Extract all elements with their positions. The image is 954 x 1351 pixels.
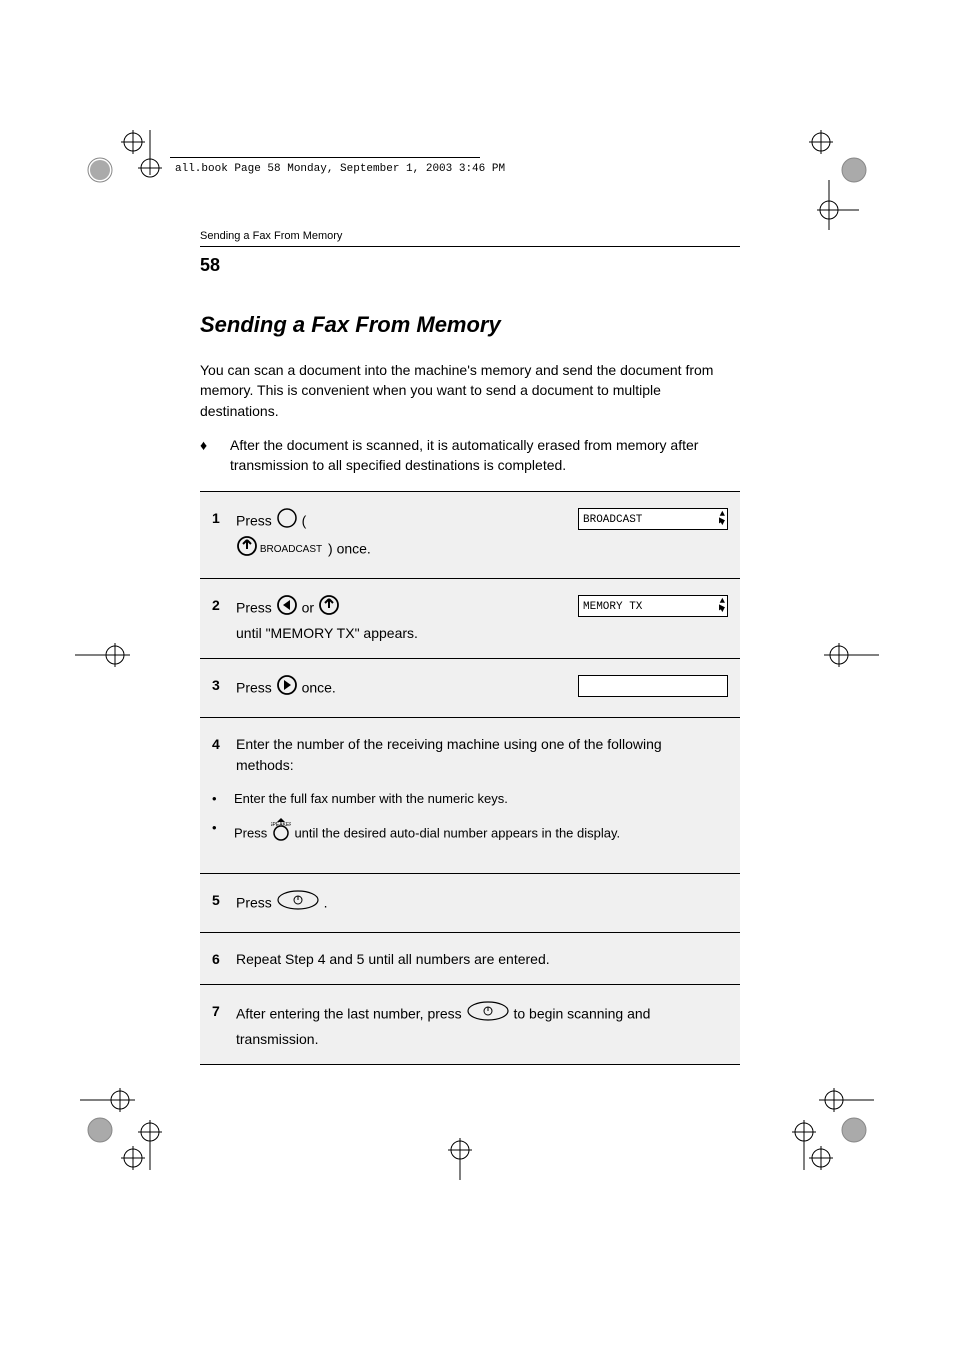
- crop-mark-bot-right-3: [784, 1110, 824, 1170]
- crop-mark-top-left-2: [130, 130, 170, 190]
- start-key-icon: [276, 889, 320, 917]
- step-number: 5: [212, 890, 236, 918]
- step-row: 2 Press or: [200, 578, 740, 658]
- step-number: 1: [212, 508, 236, 564]
- step-text: .: [324, 895, 328, 911]
- step-text: Enter the number of the receiving machin…: [236, 734, 728, 776]
- step-text: ) once.: [328, 541, 371, 557]
- step-text: once.: [302, 680, 336, 696]
- print-file-header: all.book Page 58 Monday, September 1, 20…: [175, 163, 505, 175]
- crop-mark-top-right-2: [799, 180, 859, 240]
- section-heading: Sending a Fax From Memory: [200, 312, 740, 338]
- step-row: 1 Press (: [200, 491, 740, 578]
- crop-mark-mid-left: [75, 625, 145, 685]
- step-row: 3 Press once.: [200, 658, 740, 717]
- lcd-text: MEMORY TX: [583, 601, 642, 613]
- running-header: Sending a Fax From Memory: [200, 230, 740, 247]
- step-text: (: [302, 513, 307, 529]
- intro-bullet: ♦ After the document is scanned, it is a…: [200, 435, 740, 476]
- step-number: 4: [212, 734, 236, 776]
- sub-bullet-text: Enter the full fax number with the numer…: [234, 790, 728, 809]
- sub-bullet-text: Press SPEAKER until the desired auto-dia…: [234, 819, 728, 849]
- lcd-display: [578, 675, 728, 697]
- step-sub-bullets: • Enter the full fax number with the num…: [200, 790, 740, 873]
- print-file-header-text: all.book Page 58 Monday, September 1, 20…: [175, 163, 505, 175]
- intro-bullet-text: After the document is scanned, it is aut…: [230, 435, 740, 476]
- step-text: until "MEMORY TX" appears.: [236, 625, 418, 641]
- step-text: Press: [236, 513, 276, 529]
- step-row: 6 Repeat Step 4 and 5 until all numbers …: [200, 932, 740, 984]
- lcd-text: BROADCAST: [583, 514, 642, 526]
- step-text: After entering the last number, press: [236, 1006, 466, 1022]
- right-nav-icon: [276, 674, 298, 702]
- step-number: 2: [212, 595, 236, 644]
- step-number: 3: [212, 675, 236, 703]
- up-arrow-icon: [236, 535, 258, 563]
- page-number: 58: [200, 255, 740, 276]
- broadcast-key-icon: [276, 507, 298, 535]
- step-row: 7 After entering the last number, press …: [200, 984, 740, 1065]
- crop-mark-mid-right: [809, 625, 879, 685]
- step-row: 4 Enter the number of the receiving mach…: [200, 717, 740, 790]
- svg-text:SPEAKER: SPEAKER: [271, 822, 291, 828]
- lcd-display: MEMORY TX ▲▼ ▶: [578, 595, 728, 617]
- step-text: Repeat Step 4 and 5 until all numbers ar…: [236, 949, 728, 970]
- lcd-right-icon: ▶: [719, 601, 725, 616]
- lcd-display: BROADCAST ▲▼ ▶: [578, 508, 728, 530]
- broadcast-label: BROADCAST: [260, 544, 322, 555]
- start-key-icon: [466, 1000, 510, 1028]
- step-row: 5 Press .: [200, 873, 740, 932]
- step-text: or: [302, 600, 318, 616]
- step-number: 6: [212, 949, 236, 970]
- intro-paragraph: You can scan a document into the machine…: [200, 360, 740, 421]
- step-text: Press: [236, 895, 276, 911]
- step-text: Press: [236, 600, 276, 616]
- step-number: 7: [212, 1001, 236, 1050]
- lcd-right-icon: ▶: [719, 514, 725, 529]
- crop-mark-bot-left-3: [130, 1110, 170, 1170]
- left-nav-icon: [276, 594, 298, 622]
- steps-table: 1 Press (: [200, 491, 740, 1065]
- speaker-key-icon: SPEAKER: [271, 818, 291, 848]
- step-text: Press: [236, 680, 276, 696]
- crop-mark-bot-center: [430, 1120, 490, 1180]
- up-arrow-icon: [318, 594, 340, 622]
